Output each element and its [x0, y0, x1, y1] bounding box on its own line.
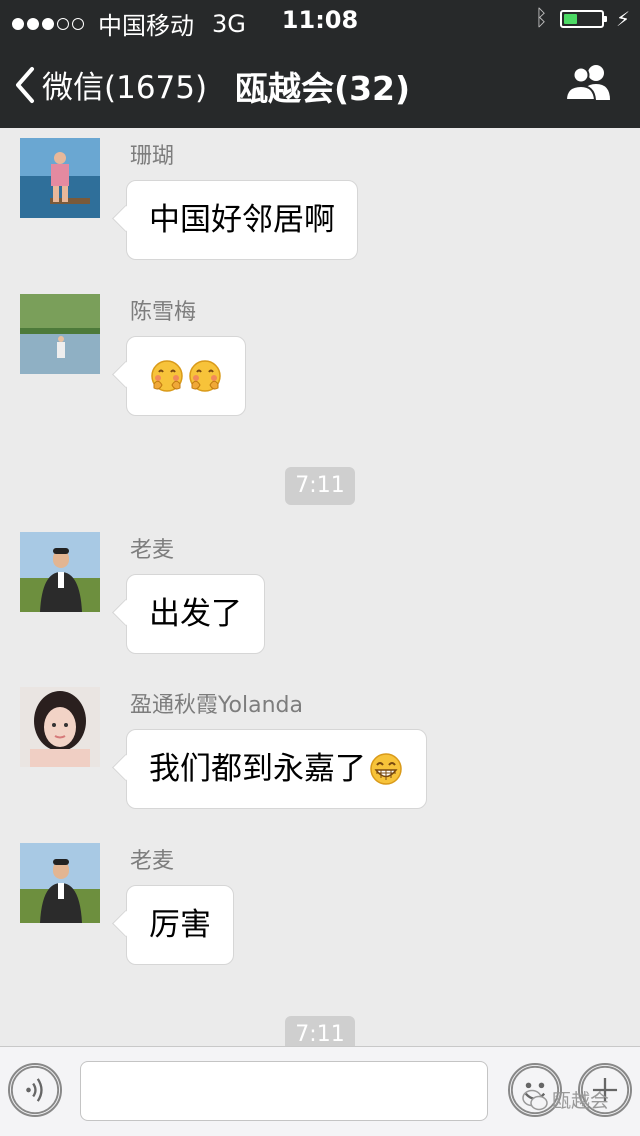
voice-input-button[interactable] [8, 1063, 62, 1117]
sender-name: 珊瑚 [130, 144, 175, 169]
message-bubble[interactable]: 中国好邻居啊 [126, 180, 358, 260]
avatar[interactable] [20, 138, 100, 218]
group-members-icon[interactable] [564, 62, 614, 102]
message-bubble[interactable]: 我们都到永嘉了 [126, 729, 427, 809]
avatar[interactable] [20, 294, 100, 374]
message-text: 厉害 [149, 907, 211, 943]
hug-emoji-icon [151, 360, 183, 392]
avatar[interactable] [20, 843, 100, 923]
timestamp-badge: 7:11 [285, 467, 355, 505]
message-text: 出发了 [149, 596, 242, 632]
sender-name: 老麦 [130, 849, 175, 874]
back-label: 微信(1675) [42, 70, 208, 106]
watermark: 瓯越会 [522, 1086, 609, 1113]
avatar[interactable] [20, 687, 100, 767]
watermark-text: 瓯越会 [552, 1090, 610, 1112]
sender-name: 盈通秋霞Yolanda [130, 693, 303, 718]
chat-title: 瓯越会(32) [235, 69, 411, 108]
chevron-left-icon [16, 66, 34, 103]
sender-name: 陈雪梅 [130, 300, 197, 325]
grin-emoji-icon [370, 753, 402, 785]
sender-name: 老麦 [130, 538, 175, 563]
message-bubble[interactable]: 厉害 [126, 885, 234, 965]
battery-icon [559, 9, 607, 28]
timestamp-badge: 7:11 [285, 1016, 355, 1046]
charging-icon: ⚡ [615, 6, 630, 31]
back-button[interactable]: 微信(1675) [14, 62, 207, 107]
message-bubble[interactable]: 出发了 [126, 574, 265, 654]
avatar[interactable] [20, 532, 100, 612]
message-bubble[interactable] [126, 336, 246, 416]
message-text: 我们都到永嘉了 [149, 751, 366, 787]
message-input[interactable] [80, 1061, 488, 1121]
bluetooth-icon: ᛒ [534, 6, 548, 31]
message-list[interactable]: 珊瑚 中国好邻居啊 陈雪梅 7:11 老麦 出发了 盈通秋霞Yolanda 我们… [0, 128, 640, 1046]
message-text: 中国好邻居啊 [149, 202, 335, 238]
status-bar: 中国移动 3G 11:08 ᛒ ⚡ [0, 0, 640, 40]
navigation-bar: 微信(1675) 瓯越会(32) [0, 40, 640, 128]
wechat-logo-icon [522, 1089, 548, 1110]
hug-emoji-icon [189, 360, 221, 392]
